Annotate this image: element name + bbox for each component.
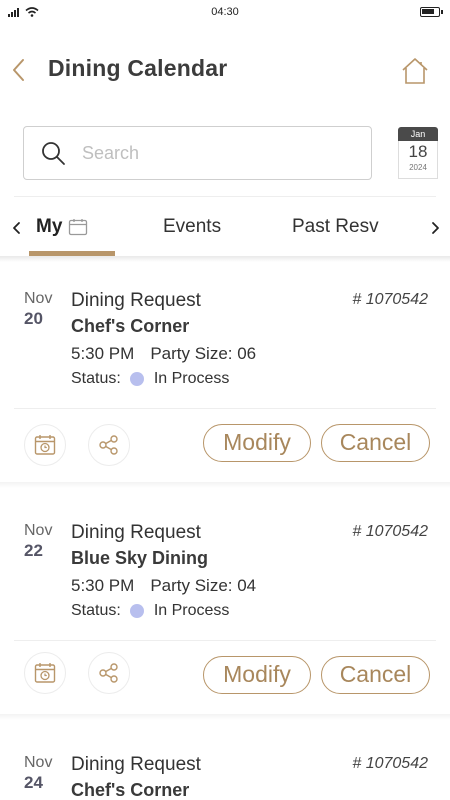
chevron-right-icon[interactable]	[428, 220, 442, 236]
date-day: 22	[24, 541, 43, 560]
status-line: Status: In Process	[71, 370, 229, 388]
reservation-time: 5:30 PM	[71, 344, 135, 363]
add-to-calendar-button[interactable]	[24, 652, 66, 694]
calendar-icon	[69, 219, 88, 236]
status-dot-icon	[129, 604, 144, 618]
request-number: # 1070542	[352, 523, 428, 540]
card-separator	[0, 714, 450, 720]
divider	[14, 640, 436, 641]
divider	[14, 408, 436, 409]
status-label: Status:	[71, 370, 121, 387]
back-icon[interactable]	[8, 56, 30, 84]
card-separator	[0, 482, 450, 488]
request-number: # 1070542	[352, 755, 428, 772]
calendar-year: 2024	[409, 163, 427, 172]
status-label: Status:	[71, 602, 121, 619]
request-number: # 1070542	[352, 291, 428, 308]
tabs-shadow	[0, 256, 450, 262]
venue-name: Chef's Corner	[71, 316, 190, 336]
share-icon	[99, 435, 118, 455]
status-dot-icon	[129, 372, 144, 386]
venue-name: Chef's Corner	[71, 780, 190, 800]
share-icon	[99, 663, 118, 683]
reservation-time: 5:30 PM	[71, 576, 135, 595]
search-input[interactable]	[82, 137, 352, 169]
modify-button[interactable]: Modify	[203, 424, 311, 462]
search-icon	[42, 142, 65, 165]
cancel-button[interactable]: Cancel	[321, 656, 430, 694]
cancel-button[interactable]: Cancel	[321, 424, 430, 462]
reservation-date: Nov 24	[24, 754, 64, 793]
calendar-month: Jan	[398, 127, 438, 141]
add-to-calendar-button[interactable]	[24, 424, 66, 466]
search-box[interactable]	[23, 126, 372, 180]
chevron-left-icon[interactable]	[10, 220, 24, 236]
calendar-clock-icon	[34, 663, 56, 683]
date-month: Nov	[24, 290, 53, 307]
tab-events[interactable]: Events	[163, 216, 221, 238]
time-party-line: 5:30 PM Party Size: 04	[71, 576, 256, 596]
date-day: 24	[24, 773, 43, 792]
party-size: Party Size: 04	[150, 576, 257, 595]
party-size: Party Size: 06	[150, 344, 257, 363]
header: Dining Calendar	[0, 44, 450, 96]
date-picker-calendar[interactable]: Jan 18 2024	[398, 127, 438, 179]
status-value: In Process	[153, 602, 230, 619]
status-value: In Process	[153, 370, 230, 387]
status-bar: 04:30	[0, 0, 450, 26]
divider	[14, 196, 436, 197]
page-title: Dining Calendar	[48, 55, 228, 81]
time-party-line: 5:30 PM Party Size: 06	[71, 344, 256, 364]
share-button[interactable]	[88, 424, 130, 466]
tab-bar: My Events Past Resv	[0, 200, 450, 258]
date-day: 20	[24, 309, 43, 328]
battery-icon	[420, 7, 443, 17]
venue-name: Blue Sky Dining	[71, 548, 209, 568]
request-type: Dining Request	[71, 290, 201, 311]
modify-button[interactable]: Modify	[203, 656, 311, 694]
share-button[interactable]	[88, 652, 130, 694]
date-month: Nov	[24, 754, 53, 771]
tab-past-resv[interactable]: Past Resv	[292, 216, 379, 238]
calendar-body: 18 2024	[398, 141, 438, 179]
tab-my[interactable]: My	[36, 216, 88, 238]
calendar-clock-icon	[34, 435, 56, 455]
date-month: Nov	[24, 522, 53, 539]
calendar-day: 18	[408, 142, 428, 161]
request-type: Dining Request	[71, 754, 201, 775]
reservation-date: Nov 22	[24, 522, 64, 561]
status-line: Status: In Process	[71, 602, 229, 620]
request-type: Dining Request	[71, 522, 201, 543]
reservation-date: Nov 20	[24, 290, 64, 329]
status-time: 04:30	[211, 6, 239, 18]
tab-my-label: My	[36, 216, 63, 237]
home-icon[interactable]	[400, 56, 430, 86]
